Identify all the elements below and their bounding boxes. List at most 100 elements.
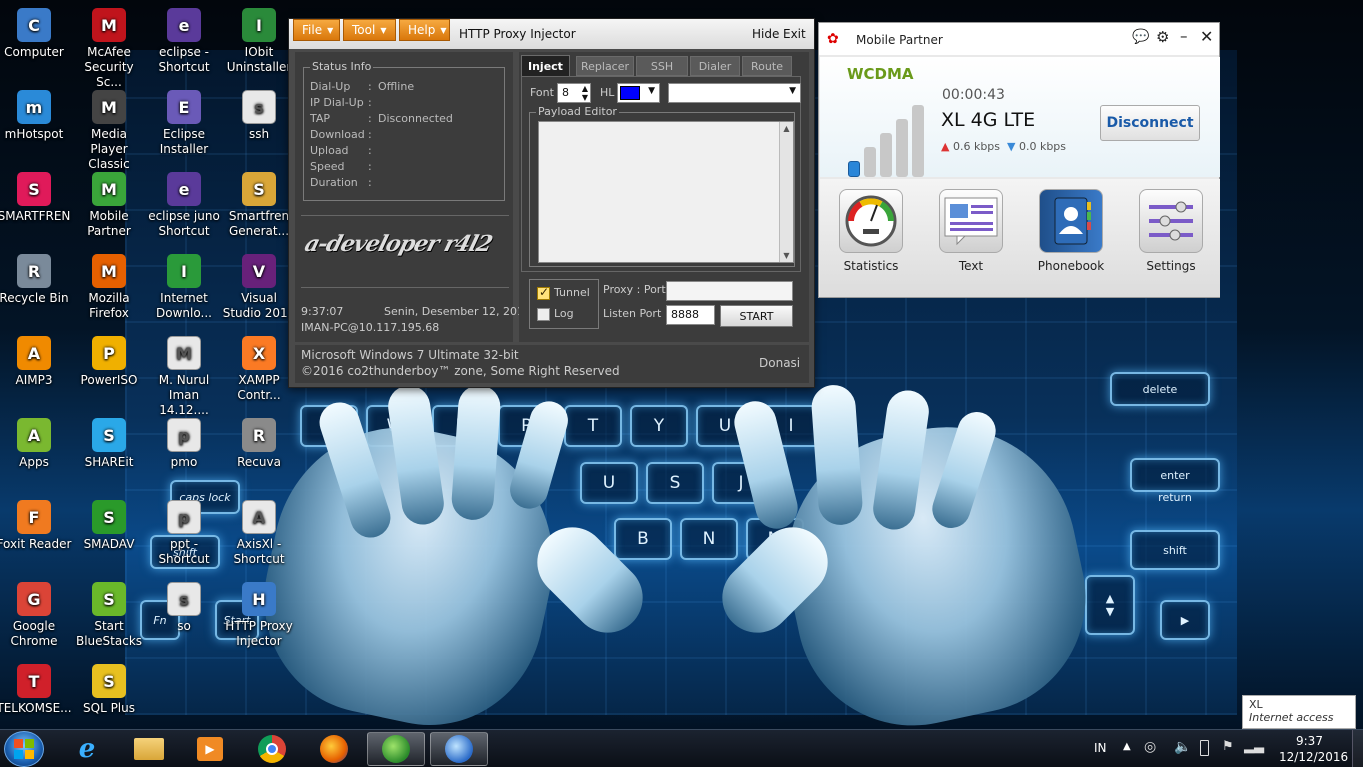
menu-help[interactable]: Help ▼ (399, 19, 450, 41)
taskbar-mobile-partner[interactable] (367, 732, 425, 766)
tunnel-checkbox[interactable]: ✓ (537, 285, 550, 300)
desktop-icon[interactable]: I IObit Uninstaller (221, 8, 297, 75)
chat-icon[interactable]: 💬 (1132, 29, 1149, 45)
document-icon: M (167, 336, 201, 370)
desktop-icon[interactable]: S SQL Plus (71, 664, 147, 716)
desktop-icon[interactable]: C Computer (0, 8, 72, 60)
desktop-icon[interactable]: m mHotspot (0, 90, 72, 142)
minimize-icon[interactable]: – (1180, 27, 1188, 45)
scroll-down-icon[interactable]: ▼ (780, 251, 793, 260)
desktop-icon[interactable]: T TELKOMSE... (0, 664, 72, 716)
disconnect-button[interactable]: Disconnect (1100, 105, 1200, 141)
phonebook-icon (1039, 189, 1103, 253)
desktop-icon[interactable]: e eclipse - Shortcut (146, 8, 222, 75)
proxy-port-input[interactable] (666, 281, 793, 301)
listen-port-input[interactable]: 8888 (666, 305, 715, 325)
tab-route[interactable]: Route (742, 56, 792, 76)
log-checkbox[interactable] (537, 308, 550, 321)
desktop-icon[interactable]: M Mozilla Firefox (71, 254, 147, 321)
desktop-icon[interactable]: A AxisXl - Shortcut (221, 500, 297, 567)
smadav-icon: S (92, 500, 126, 534)
desktop-icon-label: AIMP3 (15, 373, 53, 387)
signal-bar (848, 161, 860, 177)
clock-date[interactable]: 12/12/2016 (1279, 750, 1348, 764)
tab-replacer[interactable]: Replacer (576, 56, 634, 76)
menu-file[interactable]: File ▼ (293, 19, 340, 41)
desktop-icon[interactable]: S Start BlueStacks (71, 582, 147, 649)
dock-settings[interactable]: Settings (1131, 189, 1211, 273)
desktop-icon-label: AxisXl - Shortcut (233, 537, 285, 566)
mobile-partner-icon: M (92, 172, 126, 206)
window-titlebar[interactable]: ✿ Mobile Partner 💬 ⚙ – ✕ (819, 23, 1219, 55)
spinner-arrows-icon[interactable]: ▲ ▼ (582, 84, 588, 102)
start-button[interactable] (4, 731, 44, 767)
taskbar-explorer[interactable] (120, 732, 178, 766)
font-size-stepper[interactable]: 8 ▲ ▼ (557, 83, 591, 103)
desktop-icon[interactable]: S Smartfren Generat... (221, 172, 297, 239)
copyright-text: ©2016 co2thunderboy™ zone, Some Right Re… (301, 364, 620, 378)
taskbar-firefox[interactable] (305, 732, 363, 766)
exit-button[interactable]: Exit (783, 27, 806, 41)
document-icon: A (242, 500, 276, 534)
tab-ssh[interactable]: SSH (636, 56, 688, 76)
signal-icon[interactable]: ▂▃ (1244, 739, 1264, 754)
start-button[interactable]: START (720, 305, 793, 327)
desktop-icon[interactable]: P PowerISO (71, 336, 147, 388)
network-status-icon[interactable]: ◎ (1144, 739, 1156, 755)
desktop-icon[interactable]: s so (146, 582, 222, 634)
desktop-icon[interactable]: A Apps (0, 418, 72, 470)
desktop-icon[interactable]: M M. Nurul Iman 14.12.... (146, 336, 222, 418)
desktop-icon[interactable]: M McAfee Security Sc... (71, 8, 147, 90)
hl-color-select[interactable]: ▼ (617, 83, 660, 103)
tab-dialer[interactable]: Dialer (690, 56, 740, 76)
desktop-icon[interactable]: G Google Chrome (0, 582, 72, 649)
desktop-icon[interactable]: s ssh (221, 90, 297, 142)
desktop-icon[interactable]: E Eclipse Installer (146, 90, 222, 157)
dock-statistics[interactable]: Statistics (831, 189, 911, 273)
window-titlebar[interactable]: File ▼ Tool ▼ Help ▼ HTTP Proxy Injector Hi… (289, 19, 814, 49)
payload-editor-textarea[interactable]: ▲ ▼ (538, 121, 794, 263)
hide-button[interactable]: Hide (752, 27, 779, 41)
desktop-icon[interactable]: V Visual Studio 2012 (221, 254, 297, 321)
taskbar-ie[interactable]: e (58, 732, 116, 766)
desktop-icon[interactable]: R Recuva (221, 418, 297, 470)
close-icon[interactable]: ✕ (1200, 27, 1213, 46)
desktop-icon[interactable]: e eclipse juno Shortcut (146, 172, 222, 239)
desktop-icon[interactable]: M Media Player Classic (71, 90, 147, 172)
clock-time[interactable]: 9:37 (1296, 734, 1323, 748)
desktop-icon[interactable]: H HTTP Proxy Injector (221, 582, 297, 649)
recycle-bin-icon: R (17, 254, 51, 288)
desktop-icon[interactable]: p pmo (146, 418, 222, 470)
flag-icon[interactable]: ⚑ (1222, 739, 1234, 754)
tab-inject[interactable]: Inject (521, 55, 570, 77)
battery-icon[interactable] (1200, 740, 1209, 756)
desktop-icon[interactable]: F Foxit Reader (0, 500, 72, 552)
menu-tool[interactable]: Tool ▼ (343, 19, 396, 41)
desktop-icon[interactable]: I Internet Downlo... (146, 254, 222, 321)
show-desktop-button[interactable] (1352, 730, 1363, 767)
iobit-icon: I (242, 8, 276, 42)
donasi-link[interactable]: Donasi (759, 356, 800, 370)
dock-phonebook[interactable]: Phonebook (1031, 189, 1111, 273)
desktop-icon[interactable]: p ppt - Shortcut (146, 500, 222, 567)
scroll-up-icon[interactable]: ▲ (780, 124, 793, 133)
desktop-icon[interactable]: S SMARTFREN (0, 172, 72, 224)
payload-preset-select[interactable]: ▼ (668, 83, 801, 103)
taskbar-proxy-injector[interactable] (430, 732, 488, 766)
desktop-icon[interactable]: S SMADAV (71, 500, 147, 552)
dock-text[interactable]: Text (931, 189, 1011, 273)
desktop-icon[interactable]: M Mobile Partner (71, 172, 147, 239)
taskbar-media-player[interactable]: ▶ (181, 732, 239, 766)
taskbar-chrome[interactable] (243, 732, 301, 766)
desktop-icon[interactable]: R Recycle Bin (0, 254, 72, 306)
desktop-icon[interactable]: A AIMP3 (0, 336, 72, 388)
volume-icon[interactable]: 🔈 (1174, 739, 1191, 755)
tray-expand-icon[interactable]: ▲ (1123, 741, 1131, 752)
desktop-icon[interactable]: S SHAREit (71, 418, 147, 470)
desktop-icon[interactable]: X XAMPP Contr... (221, 336, 297, 403)
gear-icon[interactable]: ⚙ (1156, 28, 1169, 46)
signal-bar (896, 119, 908, 177)
language-indicator[interactable]: IN (1094, 741, 1107, 755)
payload-scrollbar[interactable]: ▲ ▼ (779, 122, 793, 262)
smartfren-icon: S (17, 172, 51, 206)
